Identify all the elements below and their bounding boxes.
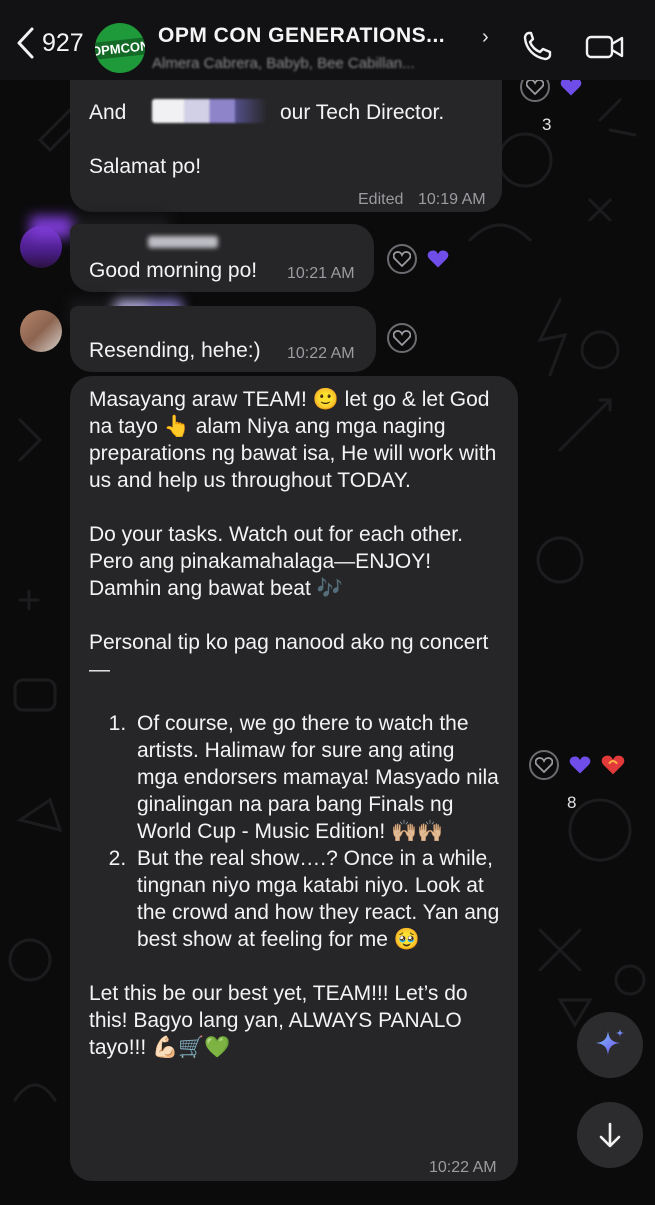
- phone-icon: [523, 31, 552, 61]
- list-item: But the real show….? Once in a while, ti…: [132, 845, 501, 953]
- list-item: Of course, we go there to watch the arti…: [132, 710, 501, 845]
- heart-outline-icon[interactable]: [529, 750, 559, 780]
- back-button[interactable]: 927: [14, 26, 84, 60]
- sparkle-icon: [596, 1029, 624, 1055]
- chat-header: 927 OPMCON OPM CON GENERATIONS... › Alme…: [0, 0, 655, 80]
- purple-heart-icon: [427, 250, 449, 268]
- message-text: Salamat po!: [89, 155, 202, 178]
- purple-heart-icon: [569, 756, 591, 774]
- voice-call-button[interactable]: [522, 30, 552, 62]
- video-call-button[interactable]: [585, 33, 625, 61]
- message-list: Of course, we go there to watch the arti…: [70, 710, 501, 953]
- message-timestamp: 10:22 AM: [429, 1159, 497, 1176]
- message-timestamp: 10:22 AM: [287, 345, 355, 362]
- message-text: our Tech Director.: [280, 101, 445, 124]
- reaction-count: 8: [567, 793, 577, 812]
- sender-avatar[interactable]: [20, 310, 62, 352]
- heart-outline-icon[interactable]: [387, 323, 417, 353]
- sender-name-blur: [148, 236, 218, 248]
- group-members-preview: Almera Cabrera, Babyb, Bee Cabillan...: [152, 55, 415, 72]
- group-avatar[interactable]: OPMCON: [95, 23, 145, 73]
- message-timestamp: 10:19 AM: [418, 191, 486, 208]
- unread-count: 927: [42, 28, 84, 57]
- reaction-count: 3: [542, 115, 552, 134]
- message-text: Resending, hehe:): [89, 339, 261, 362]
- message-paragraph: Personal tip ko pag nanood ako ng concer…: [89, 631, 489, 681]
- message-reactions[interactable]: [387, 244, 449, 274]
- message-text: Good morning po!: [89, 259, 258, 282]
- purple-heart-icon: [560, 78, 582, 96]
- video-camera-icon: [585, 35, 624, 59]
- heart-outline-icon[interactable]: [387, 244, 417, 274]
- ai-sparkle-button[interactable]: [577, 1012, 643, 1078]
- message-bubble[interactable]: And our Tech Director. Salamat po! Edite…: [70, 60, 502, 212]
- chevron-right-icon: ›: [482, 26, 489, 48]
- message-bubble[interactable]: Resending, hehe:) 10:22 AM: [70, 306, 376, 372]
- message-timestamp: 10:21 AM: [287, 265, 355, 282]
- group-logo-text: OPMCON: [95, 36, 145, 60]
- group-title[interactable]: OPM CON GENERATIONS...: [158, 24, 445, 48]
- arrow-down-icon: [599, 1122, 621, 1148]
- message-bubble[interactable]: Good morning po! 10:21 AM: [70, 224, 374, 292]
- redacted-name: [152, 99, 267, 123]
- message-bubble[interactable]: Masayang araw TEAM! 🙂 let go & let God n…: [70, 376, 518, 1181]
- heart-on-fire-icon: [601, 755, 625, 775]
- message-text: And: [89, 101, 127, 124]
- message-paragraph: Masayang araw TEAM! 🙂 let go & let God n…: [89, 388, 497, 492]
- edited-label: Edited: [358, 191, 404, 208]
- message-paragraph: Do your tasks. Watch out for each other.…: [89, 523, 463, 600]
- message-reactions[interactable]: [529, 750, 625, 780]
- message-paragraph: Let this be our best yet, TEAM!!! Let’s …: [89, 982, 468, 1059]
- scroll-to-bottom-button[interactable]: [577, 1102, 643, 1168]
- chevron-left-icon: [17, 27, 34, 59]
- message-reactions[interactable]: [387, 323, 417, 353]
